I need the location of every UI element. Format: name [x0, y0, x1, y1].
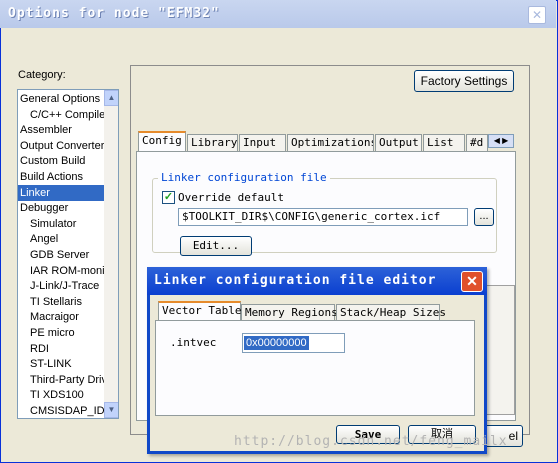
background-panel [485, 285, 515, 415]
tab-output[interactable]: Output [375, 134, 422, 151]
category-item[interactable]: Macraigor [18, 309, 116, 325]
category-item[interactable]: CMSISDAP_ID [18, 403, 116, 418]
tab--d[interactable]: #d [466, 134, 488, 151]
intvec-value[interactable]: 0x00000000 [244, 336, 309, 350]
tab-list[interactable]: List [423, 134, 465, 151]
dialog-close-icon[interactable]: ✕ [461, 271, 483, 292]
category-scrollbar[interactable]: ▲ ▼ [104, 90, 118, 418]
dialog-tab-vector-table[interactable]: Vector Table [158, 301, 241, 322]
category-item[interactable]: Build Actions [18, 169, 106, 185]
dialog-tab-stack-heap-sizes[interactable]: Stack/Heap Sizes [336, 304, 446, 321]
factory-settings-button[interactable]: Factory Settings [414, 70, 514, 92]
override-default-label[interactable]: Override default [178, 191, 284, 204]
category-item[interactable]: C/C++ Compiler [18, 107, 116, 123]
watermark: http://blog.csdn.net/feng_mailx [234, 434, 508, 449]
tab-config[interactable]: Config [138, 131, 186, 152]
category-item[interactable]: GDB Server [18, 247, 116, 263]
tab-input[interactable]: Input [239, 134, 286, 151]
category-item[interactable]: Simulator [18, 216, 116, 232]
linker-config-path-field[interactable]: $TOOLKIT_DIR$\CONFIG\generic_cortex.icf [178, 208, 468, 226]
category-item[interactable]: Assembler [18, 122, 106, 138]
dialog-title: Linker configuration file editor [154, 273, 437, 288]
category-item[interactable]: Angel [18, 231, 116, 247]
edit-button[interactable]: Edit... [180, 236, 252, 256]
browse-button[interactable]: ... [474, 208, 494, 226]
category-item[interactable]: J-Link/J-Trace [18, 278, 116, 294]
category-label: Category: [18, 69, 66, 81]
category-item[interactable]: ST-LINK [18, 356, 116, 372]
dialog-tab-memory-regions[interactable]: Memory Regions [241, 304, 338, 321]
override-default-checkbox[interactable]: ✓ [162, 191, 175, 204]
category-list[interactable]: General Options C/C++ Compiler Assembler Ou… [17, 89, 119, 419]
category-item[interactable]: Linker [18, 184, 106, 201]
category-item[interactable]: TI XDS100 [18, 387, 116, 403]
window-title: Options for node "EFM32" [8, 6, 220, 21]
scroll-up-icon[interactable]: ▲ [104, 90, 118, 106]
category-item[interactable]: Custom Build [18, 153, 106, 169]
tab-scroll-arrows-icon[interactable]: ◀ ▶ [488, 134, 514, 148]
category-item[interactable]: Output Converter [18, 138, 106, 154]
linker-config-group-title: Linker configuration file [158, 171, 330, 184]
tab-library[interactable]: Library [187, 134, 238, 151]
category-item[interactable]: General Options [18, 91, 106, 107]
category-item[interactable]: Debugger [18, 200, 106, 216]
intvec-label: .intvec [170, 336, 217, 349]
category-item[interactable]: TI Stellaris [18, 294, 116, 310]
category-item[interactable]: RDI [18, 341, 116, 357]
tab-optimizations[interactable]: Optimizations [287, 134, 374, 151]
category-item[interactable]: IAR ROM-monitor [18, 263, 116, 279]
scroll-down-icon[interactable]: ▼ [104, 402, 118, 418]
close-icon[interactable]: ✕ [528, 6, 546, 24]
category-item[interactable]: PE micro [18, 325, 116, 341]
category-item[interactable]: Third-Party Driver [18, 372, 116, 388]
